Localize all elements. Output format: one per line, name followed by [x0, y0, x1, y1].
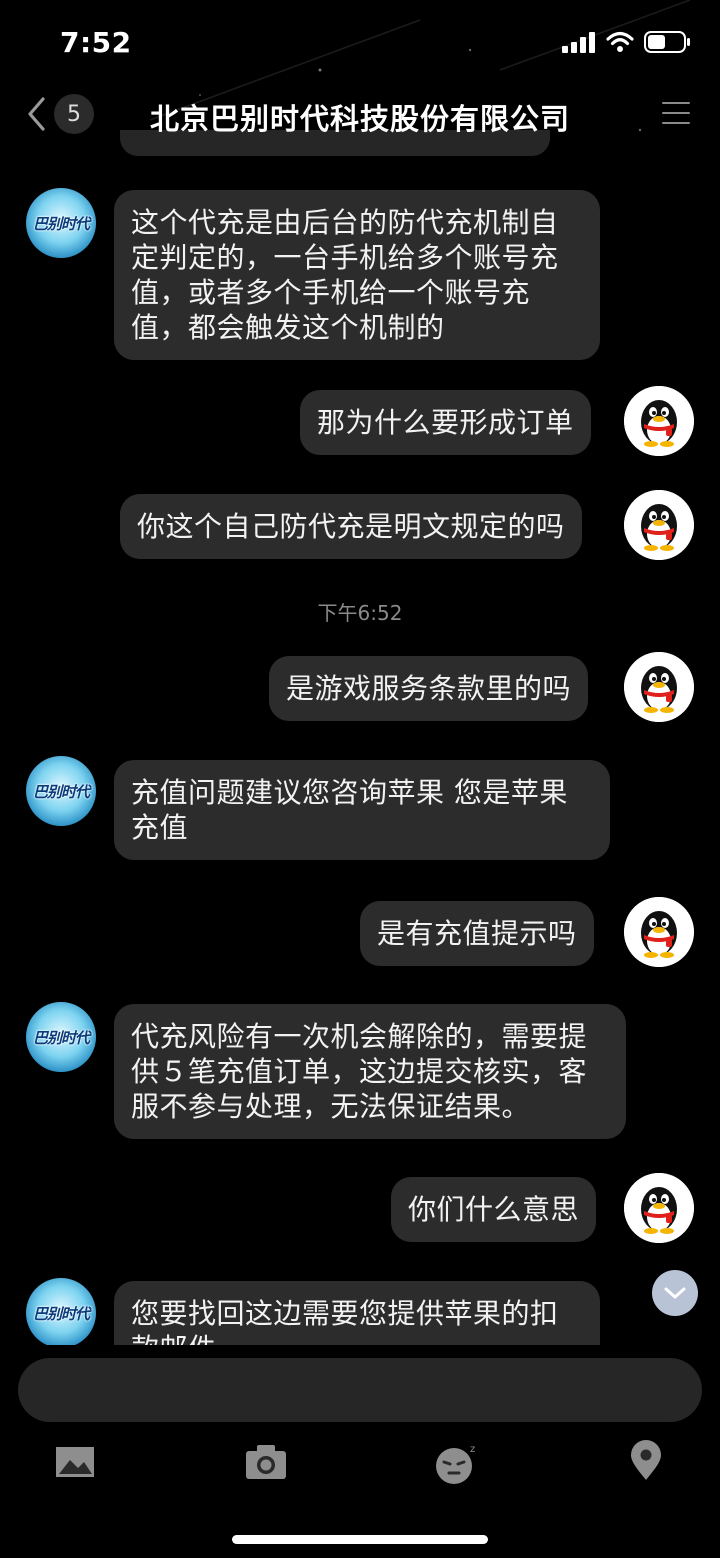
message-input[interactable]: [18, 1358, 702, 1422]
penguin-avatar-icon: [624, 652, 694, 722]
home-indicator[interactable]: [232, 1535, 488, 1544]
nav-bar: 5 北京巴别时代科技股份有限公司: [0, 86, 720, 146]
agent-avatar[interactable]: 巴别时代: [26, 1278, 96, 1345]
chevron-down-icon: [664, 1287, 686, 1299]
scroll-to-bottom-button[interactable]: [652, 1270, 698, 1316]
agent-avatar[interactable]: 巴别时代: [26, 188, 96, 258]
user-avatar[interactable]: [624, 1173, 694, 1243]
message-bubble-sent[interactable]: 你这个自己防代充是明文规定的吗: [120, 494, 582, 559]
user-avatar[interactable]: [624, 897, 694, 967]
emoji-button[interactable]: z: [434, 1440, 478, 1484]
camera-button[interactable]: [244, 1440, 288, 1484]
message-timestamp: 下午6:52: [317, 601, 403, 625]
emoji-icon: z: [436, 1444, 475, 1484]
image-icon: [56, 1447, 94, 1477]
svg-text:z: z: [470, 1444, 475, 1455]
penguin-avatar-icon: [624, 386, 694, 456]
message-bubble-sent[interactable]: 是游戏服务条款里的吗: [269, 656, 589, 721]
menu-button[interactable]: [662, 102, 690, 132]
message-bubble-sent[interactable]: 你们什么意思: [391, 1177, 597, 1242]
agent-logo-text: 巴别时代: [32, 1304, 90, 1323]
chat-area[interactable]: 巴别时代 这个代充是由后台的防代充机制自定判定的，一台手机给多个账号充值，或者多…: [0, 0, 720, 1345]
location-icon: [631, 1440, 661, 1480]
page-title: 北京巴别时代科技股份有限公司: [149, 102, 570, 136]
user-avatar[interactable]: [624, 652, 694, 722]
message-bubble-received[interactable]: 您要找回这边需要您提供苹果的扣款邮件: [114, 1281, 600, 1345]
user-avatar[interactable]: [624, 386, 694, 456]
message-bubble-received[interactable]: 这个代充是由后台的防代充机制自定判定的，一台手机给多个账号充值，或者多个手机给一…: [114, 190, 600, 360]
message-bubble-sent[interactable]: 是有充值提示吗: [360, 901, 594, 966]
location-button[interactable]: [626, 1440, 670, 1484]
agent-avatar[interactable]: 巴别时代: [26, 1002, 96, 1072]
image-button[interactable]: [54, 1440, 98, 1484]
message-bubble-received[interactable]: 充值问题建议您咨询苹果 您是苹果充值: [114, 760, 610, 860]
agent-logo-text: 巴别时代: [32, 1028, 90, 1047]
agent-logo-text: 巴别时代: [32, 214, 90, 233]
message-bubble-sent[interactable]: 那为什么要形成订单: [300, 390, 591, 455]
penguin-avatar-icon: [624, 897, 694, 967]
agent-avatar[interactable]: 巴别时代: [26, 756, 96, 826]
penguin-avatar-icon: [624, 490, 694, 560]
penguin-avatar-icon: [624, 1173, 694, 1243]
camera-icon: [246, 1445, 286, 1479]
menu-icon: [662, 102, 690, 104]
input-toolbar: z: [0, 1430, 720, 1500]
agent-logo-text: 巴别时代: [32, 782, 90, 801]
user-avatar[interactable]: [624, 490, 694, 560]
message-bubble-received[interactable]: 代充风险有一次机会解除的，需要提供５笔充值订单，这边提交核实，客服不参与处理，无…: [114, 1004, 626, 1139]
